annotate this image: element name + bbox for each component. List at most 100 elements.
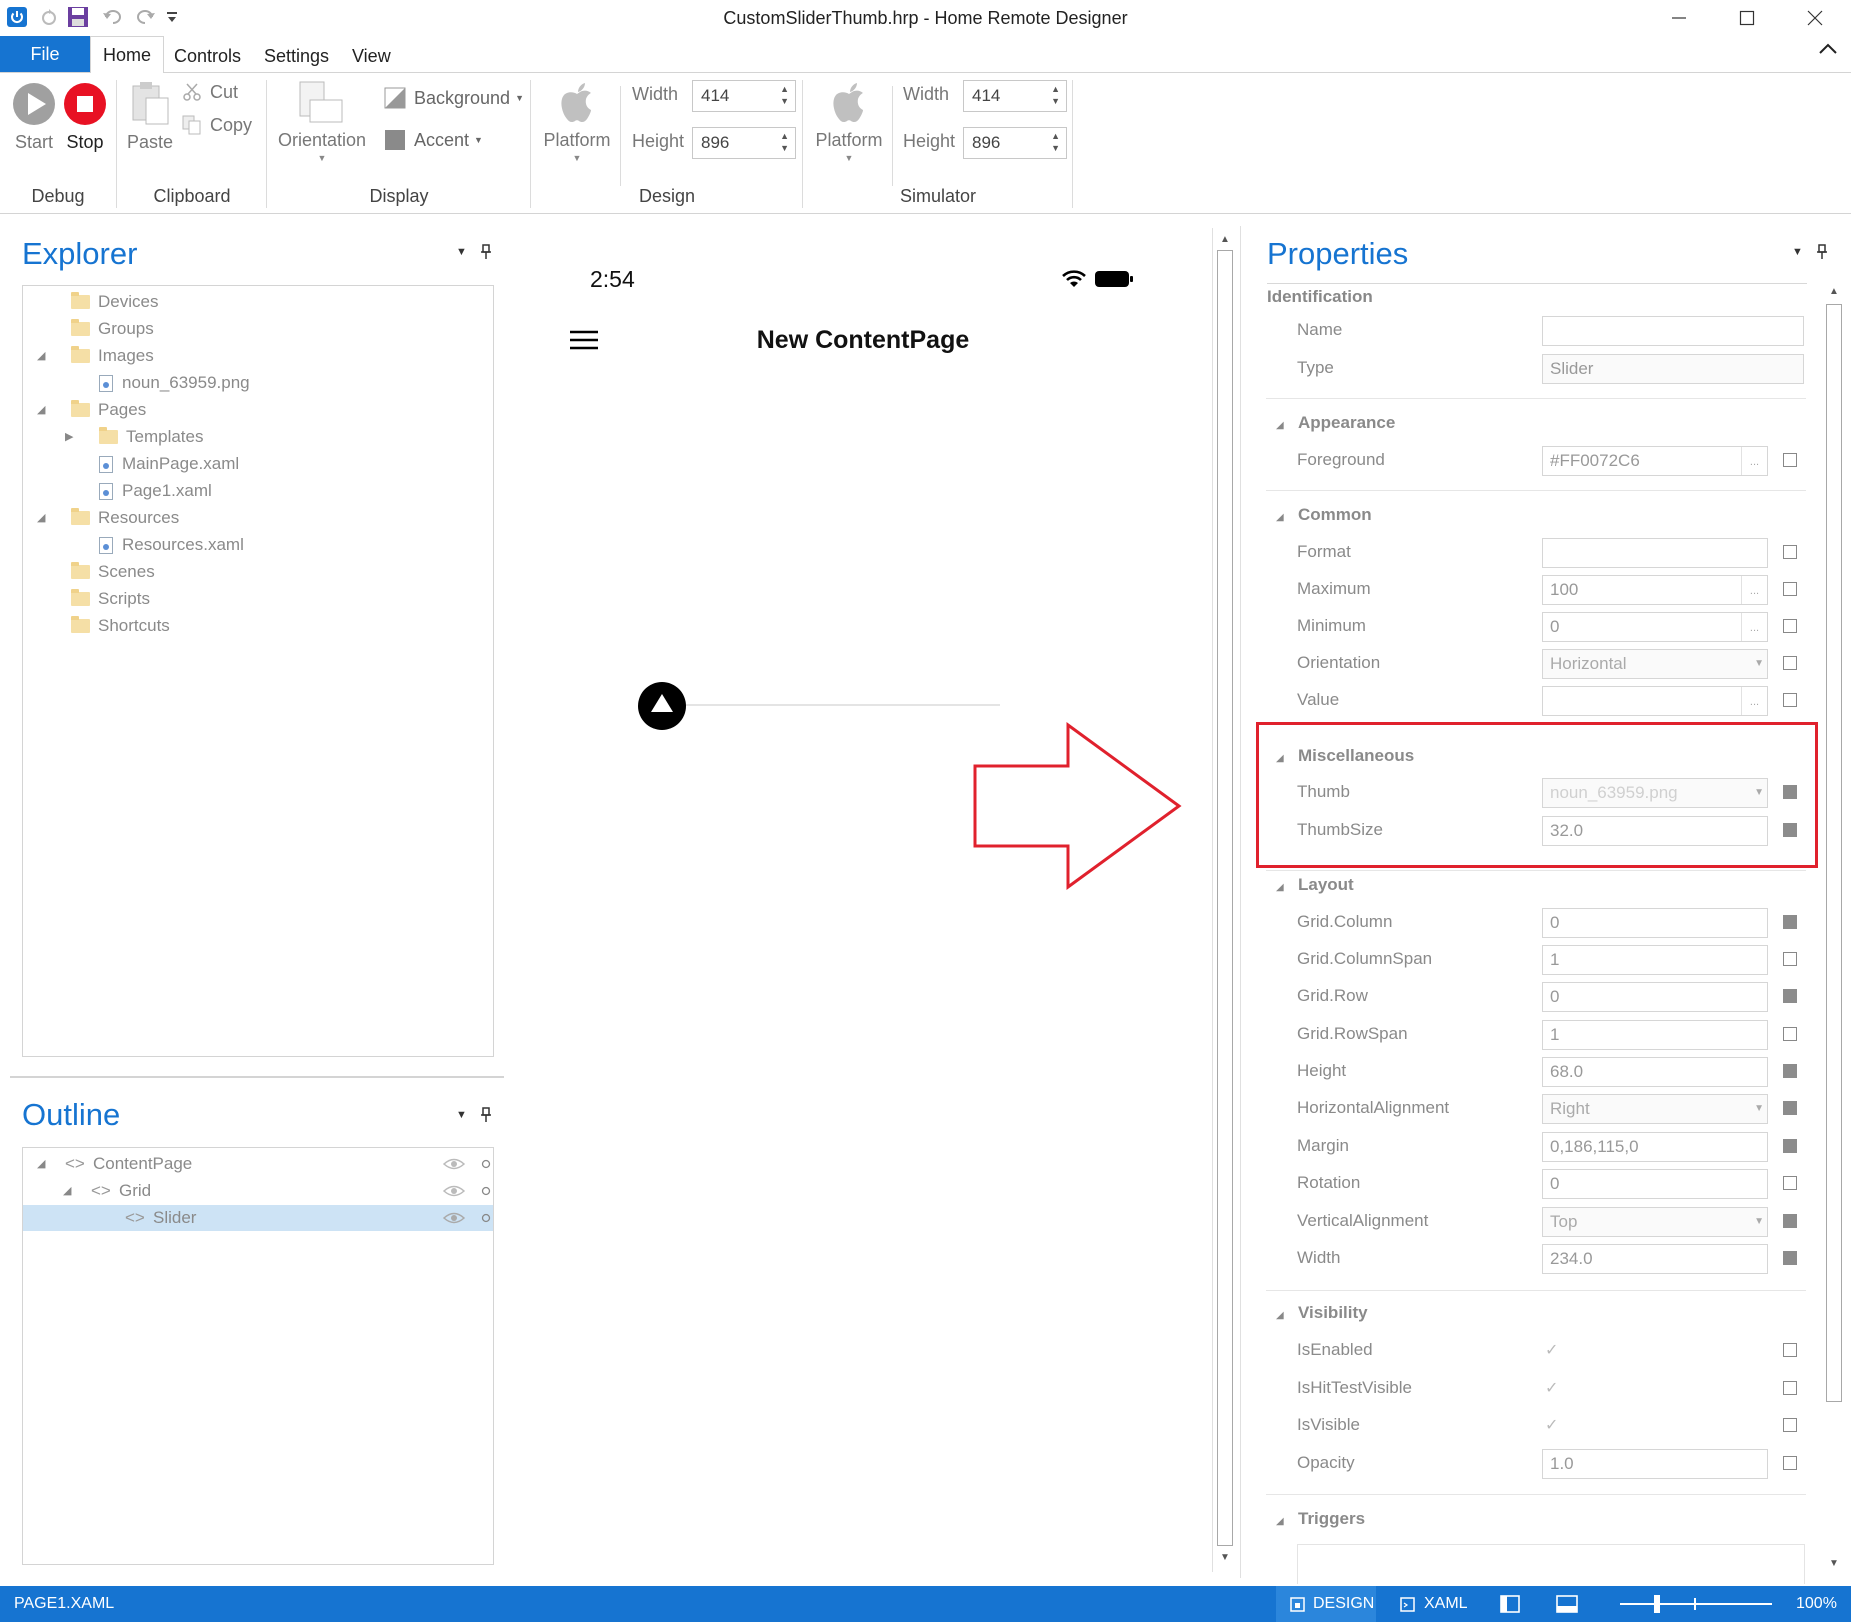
design-platform-button[interactable]: Platform ▼ xyxy=(538,80,616,163)
ellipsis-button[interactable]: ... xyxy=(1741,447,1767,475)
spinner-arrows-icon[interactable]: ▲ ▼ xyxy=(1051,83,1060,107)
isenabled-checkbox[interactable] xyxy=(1783,1343,1797,1357)
paste-button[interactable]: Paste xyxy=(126,80,174,153)
undo-icon[interactable] xyxy=(100,4,126,30)
scroll-down-icon[interactable]: ▼ xyxy=(1217,1550,1233,1566)
panel-menu-icon[interactable]: ▼ xyxy=(1792,246,1803,258)
orientation-checkbox[interactable] xyxy=(1783,656,1797,670)
accent-button[interactable]: Accent ▼ xyxy=(384,126,483,154)
start-button[interactable]: Start xyxy=(12,82,56,153)
section-layout[interactable]: ◢ Layout xyxy=(1276,870,1354,900)
foreground-input[interactable]: #FF0072C6... xyxy=(1542,446,1768,476)
horizontal-alignment-checkbox[interactable] xyxy=(1783,1101,1797,1115)
format-checkbox[interactable] xyxy=(1783,545,1797,559)
rotation-input[interactable]: 0 xyxy=(1542,1169,1768,1199)
tree-item-groups[interactable]: Groups xyxy=(71,316,154,342)
tree-item-mainpage[interactable]: MainPage.xaml xyxy=(99,451,239,477)
rotation-checkbox[interactable] xyxy=(1783,1176,1797,1190)
expanded-triangle-icon[interactable]: ◢ xyxy=(37,1151,51,1177)
pin-icon[interactable] xyxy=(1816,244,1828,260)
grid-rowspan-checkbox[interactable] xyxy=(1783,1027,1797,1041)
tree-item-shortcuts[interactable]: Shortcuts xyxy=(71,613,170,639)
maximize-button[interactable] xyxy=(1713,0,1781,36)
zoom-slider-thumb[interactable] xyxy=(1654,1595,1660,1613)
eye-icon[interactable] xyxy=(443,1185,465,1197)
lock-toggle-icon[interactable] xyxy=(481,1213,491,1223)
stop-button[interactable]: Stop xyxy=(63,82,107,153)
simulator-platform-button[interactable]: Platform ▼ xyxy=(810,80,888,163)
vertical-alignment-select[interactable]: Top ▼ xyxy=(1542,1207,1768,1237)
minimize-button[interactable] xyxy=(1645,0,1713,36)
properties-scrollbar[interactable]: ▲ ▼ xyxy=(1822,280,1846,1578)
section-appearance[interactable]: ◢ Appearance xyxy=(1276,408,1395,438)
tab-home[interactable]: Home xyxy=(90,36,165,73)
expanded-triangle-icon[interactable]: ◢ xyxy=(37,505,51,531)
opacity-checkbox[interactable] xyxy=(1783,1456,1797,1470)
panel-menu-icon[interactable]: ▼ xyxy=(456,246,467,258)
height-checkbox[interactable] xyxy=(1783,1064,1797,1078)
outline-item-slider[interactable]: <> Slider xyxy=(23,1205,493,1231)
tree-item-image-file[interactable]: noun_63959.png xyxy=(99,370,250,396)
scroll-down-icon[interactable]: ▼ xyxy=(1826,1556,1842,1572)
thumb-checkbox[interactable] xyxy=(1783,785,1797,799)
expanded-triangle-icon[interactable]: ◢ xyxy=(37,343,51,369)
orientation-select[interactable]: Horizontal ▼ xyxy=(1542,649,1768,679)
spinner-arrows-icon[interactable]: ▲ ▼ xyxy=(1051,130,1060,154)
scroll-up-icon[interactable]: ▲ xyxy=(1217,232,1233,248)
simulator-height-input[interactable]: 896 ▲ ▼ xyxy=(963,127,1067,159)
grid-columnspan-checkbox[interactable] xyxy=(1783,952,1797,966)
grid-row-checkbox[interactable] xyxy=(1783,989,1797,1003)
margin-input[interactable]: 0,186,115,0 xyxy=(1542,1132,1768,1162)
scroll-thumb[interactable] xyxy=(1217,250,1233,1546)
ellipsis-button[interactable]: ... xyxy=(1741,576,1767,604)
grid-rowspan-input[interactable]: 1 xyxy=(1542,1020,1768,1050)
design-canvas[interactable]: 2:54 New ContentPage xyxy=(516,226,1210,1574)
copy-button[interactable]: Copy xyxy=(182,113,252,137)
width-input[interactable]: 234.0 xyxy=(1542,1244,1768,1274)
lock-toggle-icon[interactable] xyxy=(481,1159,491,1169)
cut-button[interactable]: Cut xyxy=(182,80,238,104)
tab-settings[interactable]: Settings xyxy=(252,40,341,72)
tree-item-scripts[interactable]: Scripts xyxy=(71,586,150,612)
section-triggers[interactable]: ◢ Triggers xyxy=(1276,1504,1365,1534)
maximum-checkbox[interactable] xyxy=(1783,582,1797,596)
section-visibility[interactable]: ◢ Visibility xyxy=(1276,1298,1368,1328)
tab-view[interactable]: View xyxy=(340,40,403,72)
tree-item-resources[interactable]: ◢ Resources xyxy=(37,505,179,531)
redo-icon[interactable] xyxy=(132,4,158,30)
lock-toggle-icon[interactable] xyxy=(481,1186,491,1196)
thumbsize-input[interactable]: 32.0 xyxy=(1542,816,1768,846)
save-icon[interactable] xyxy=(64,4,92,30)
minimum-checkbox[interactable] xyxy=(1783,619,1797,633)
design-width-input[interactable]: 414 ▲ ▼ xyxy=(692,80,796,112)
isenabled-checkmark-icon[interactable]: ✓ xyxy=(1545,1340,1558,1360)
isvisible-checkbox[interactable] xyxy=(1783,1418,1797,1432)
simulator-width-input[interactable]: 414 ▲ ▼ xyxy=(963,80,1067,112)
close-button[interactable] xyxy=(1781,0,1849,36)
orientation-button[interactable]: Orientation ▼ xyxy=(276,80,368,163)
slider-thumb[interactable] xyxy=(638,682,686,730)
canvas-scrollbar[interactable]: ▲ ▼ xyxy=(1212,228,1236,1572)
width-checkbox[interactable] xyxy=(1783,1251,1797,1265)
grid-column-input[interactable]: 0 xyxy=(1542,908,1768,938)
background-button[interactable]: Background ▼ xyxy=(384,84,524,112)
tree-item-page1[interactable]: Page1.xaml xyxy=(99,478,212,504)
design-height-input[interactable]: 896 ▲ ▼ xyxy=(692,127,796,159)
tree-item-scenes[interactable]: Scenes xyxy=(71,559,155,585)
slider-track[interactable] xyxy=(662,704,1000,706)
section-common[interactable]: ◢ Common xyxy=(1276,500,1372,530)
grid-column-checkbox[interactable] xyxy=(1783,915,1797,929)
name-input[interactable] xyxy=(1542,316,1804,346)
thumb-select[interactable]: noun_63959.png ▼ xyxy=(1542,778,1768,808)
split-horizontal-icon[interactable] xyxy=(1556,1595,1578,1613)
value-checkbox[interactable] xyxy=(1783,693,1797,707)
ishittestvisible-checkmark-icon[interactable]: ✓ xyxy=(1545,1378,1558,1398)
type-input[interactable]: Slider xyxy=(1542,354,1804,384)
isvisible-checkmark-icon[interactable]: ✓ xyxy=(1545,1415,1558,1435)
thumbsize-checkbox[interactable] xyxy=(1783,823,1797,837)
refresh-icon[interactable] xyxy=(36,4,62,30)
vertical-alignment-checkbox[interactable] xyxy=(1783,1214,1797,1228)
pin-icon[interactable] xyxy=(480,1107,492,1123)
tab-file[interactable]: File xyxy=(0,36,90,72)
expanded-triangle-icon[interactable]: ◢ xyxy=(63,1178,77,1204)
